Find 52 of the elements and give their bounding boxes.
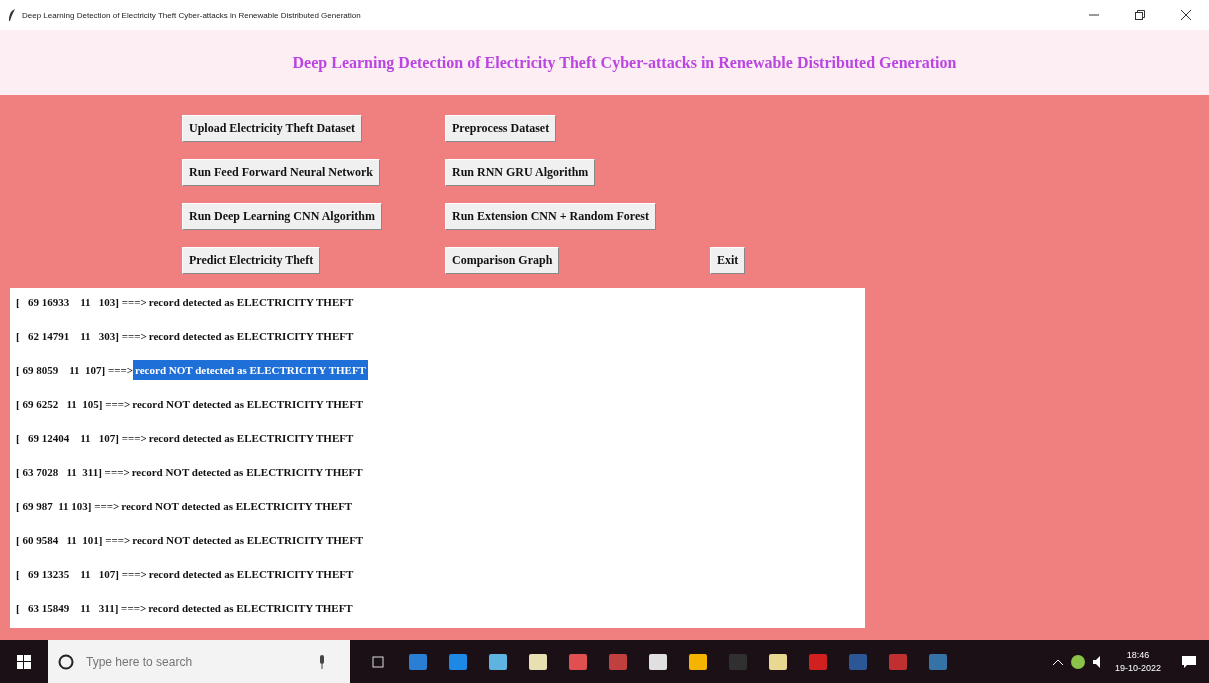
app-icon[interactable] xyxy=(648,651,668,672)
app-icon[interactable] xyxy=(528,651,548,672)
app-icon[interactable] xyxy=(768,651,788,672)
detection-result: record NOT detected as ELECTRICITY THEFT xyxy=(133,360,368,380)
record-values: [ 63 15849 11 311] ===> xyxy=(16,601,147,616)
record-values: [ 62 14791 11 303] ===> xyxy=(16,329,147,344)
action-button[interactable]: Exit xyxy=(710,247,746,274)
clock-date: 19-10-2022 xyxy=(1114,661,1161,675)
action-button[interactable]: Run Extension CNN + Random Forest xyxy=(445,203,656,230)
task-view-icon[interactable] xyxy=(370,655,386,668)
feather-icon xyxy=(8,9,16,21)
action-button[interactable]: Predict Electricity Theft xyxy=(182,247,321,274)
detection-result: record NOT detected as ELECTRICITY THEFT xyxy=(131,533,365,548)
detection-result: record NOT detected as ELECTRICITY THEFT xyxy=(120,499,354,514)
record-values: [ 69 12404 11 107] ===> xyxy=(16,431,147,446)
record-values: [ 69 987 11 103] ===> xyxy=(16,499,120,514)
detection-result: record detected as ELECTRICITY THEFT xyxy=(147,567,355,582)
app-icon[interactable] xyxy=(488,651,508,672)
action-button[interactable]: Run Deep Learning CNN Algorithm xyxy=(182,203,382,230)
chevron-up-icon[interactable] xyxy=(1052,658,1063,665)
record-values: [ 69 16933 11 103] ===> xyxy=(16,295,147,310)
notification-icon[interactable] xyxy=(1181,654,1197,669)
close-icon[interactable] xyxy=(1181,10,1191,20)
detection-result: record detected as ELECTRICITY THEFT xyxy=(147,295,355,310)
status-circle-icon[interactable] xyxy=(1070,654,1085,669)
detection-result: record detected as ELECTRICITY THEFT xyxy=(147,601,354,616)
microphone-icon[interactable] xyxy=(318,654,326,669)
action-button[interactable]: Preprocess Dataset xyxy=(445,115,557,142)
record-values: [ 63 7028 11 311] ===> xyxy=(16,465,130,480)
detection-result: record NOT detected as ELECTRICITY THEFT xyxy=(131,397,365,412)
action-button[interactable]: Upload Electricity Theft Dataset xyxy=(182,115,363,142)
window-title: Deep Learning Detection of Electricity Theft Cyber-attacks in Renewable Distributed Generation xyxy=(22,10,361,20)
record-values: [ 60 9584 11 101] ===> xyxy=(16,533,131,548)
app-heading: Deep Learning Detection of Electricity Theft Cyber-attacks in Renewable Distributed Generation xyxy=(291,53,957,72)
detection-result: record detected as ELECTRICITY THEFT xyxy=(147,431,355,446)
action-button[interactable]: Run RNN GRU Algorithm xyxy=(445,159,596,186)
action-button[interactable]: Run Feed Forward Neural Network xyxy=(182,159,380,186)
detection-result: record detected as ELECTRICITY THEFT xyxy=(147,329,355,344)
record-values: [ 69 13235 11 107] ===> xyxy=(16,567,147,582)
detection-result: record NOT detected as ELECTRICITY THEFT xyxy=(130,465,364,480)
taskbar-search-field[interactable]: Type here to search xyxy=(84,653,308,670)
output-text-area[interactable] xyxy=(10,288,865,628)
taskbar-search-box[interactable]: Type here to search xyxy=(48,640,350,683)
record-values: [ 69 6252 11 105] ===> xyxy=(16,397,131,412)
record-values: [ 69 8059 11 107] ===> xyxy=(16,363,134,378)
cortana-circle-icon xyxy=(58,653,74,670)
app-icon[interactable] xyxy=(688,651,708,672)
taskbar-clock[interactable]: 18:46 19-10-2022 xyxy=(1114,648,1161,675)
restore-icon[interactable] xyxy=(1135,10,1145,20)
action-button[interactable]: Comparison Graph xyxy=(445,247,560,274)
windows-start-icon[interactable] xyxy=(17,654,31,669)
clock-time: 18:46 xyxy=(1126,648,1150,662)
